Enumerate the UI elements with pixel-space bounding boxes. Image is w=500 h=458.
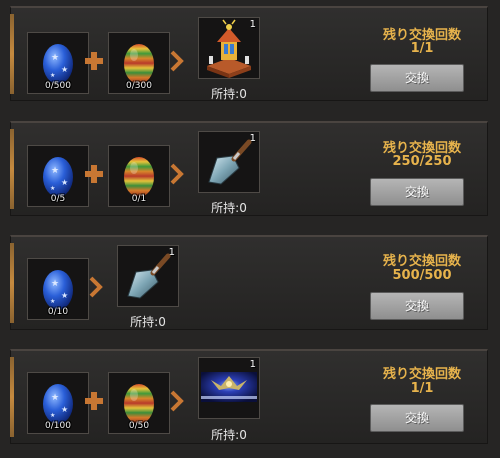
input-count: 0/1 (131, 194, 147, 204)
remaining-value: 500/500 (392, 268, 452, 283)
input-count: 0/100 (45, 421, 71, 431)
output-quantity: 1 (168, 247, 175, 258)
remaining-value: 1/1 (410, 381, 434, 396)
owned-count: 所持:0 (130, 315, 166, 329)
output-slot-winged-emblem[interactable]: 1 (198, 357, 260, 419)
input-count: 0/10 (47, 307, 69, 317)
exchange-button[interactable]: 交換 (370, 178, 464, 206)
owned-count: 所持:0 (211, 87, 247, 101)
exchange-button[interactable]: 交換 (370, 292, 464, 320)
panel-edge-accent (10, 129, 14, 209)
svg-text:★: ★ (61, 65, 68, 74)
svg-text:★: ★ (51, 393, 59, 403)
svg-text:★: ★ (50, 72, 55, 79)
svg-text:★: ★ (51, 279, 59, 289)
plus-icon (85, 52, 103, 70)
input-slot-blue-star-egg[interactable]: ★ ★ ★ 0/5 (27, 145, 89, 207)
input-slot-blue-star-egg[interactable]: ★ ★ ★ 0/500 (27, 32, 89, 94)
svg-text:★: ★ (51, 53, 59, 63)
remaining-value: 1/1 (410, 41, 434, 56)
input-count: 0/500 (45, 81, 71, 91)
panel-edge-accent (10, 243, 14, 323)
svg-text:★: ★ (61, 178, 68, 187)
input-count: 0/300 (126, 81, 152, 91)
arrow-right-icon (170, 50, 184, 72)
remaining-label: 残り交換回数 (382, 254, 461, 269)
output-quantity: 1 (249, 19, 256, 30)
input-slot-striped-egg[interactable]: 0/300 (108, 32, 170, 94)
arrow-right-icon (89, 276, 103, 298)
input-slot-striped-egg[interactable]: 0/50 (108, 372, 170, 434)
owned-count: 所持:0 (211, 428, 247, 442)
input-count: 0/50 (128, 421, 150, 431)
svg-text:★: ★ (51, 166, 59, 176)
input-slot-blue-star-egg[interactable]: ★ ★ ★ 0/10 (27, 258, 89, 320)
exchange-button[interactable]: 交換 (370, 64, 464, 92)
plus-icon (85, 392, 103, 410)
output-slot-trowel[interactable]: 1 (117, 245, 179, 307)
output-quantity: 1 (249, 359, 256, 370)
plus-icon (85, 165, 103, 183)
output-quantity: 1 (249, 133, 256, 144)
remaining-value: 250/250 (392, 154, 452, 169)
output-slot-trowel[interactable]: 1 (198, 131, 260, 193)
svg-text:★: ★ (50, 185, 55, 192)
svg-text:★: ★ (61, 405, 68, 414)
panel-edge-accent (10, 357, 14, 437)
svg-text:★: ★ (50, 298, 55, 305)
panel-edge-accent (10, 14, 14, 94)
output-slot-carousel[interactable]: 1 (198, 17, 260, 79)
arrow-right-icon (170, 390, 184, 412)
remaining-label: 残り交換回数 (382, 367, 461, 382)
input-slot-blue-star-egg[interactable]: ★ ★ ★ 0/100 (27, 372, 89, 434)
input-slot-striped-egg[interactable]: 0/1 (108, 145, 170, 207)
input-count: 0/5 (50, 194, 66, 204)
arrow-right-icon (170, 163, 184, 185)
exchange-button[interactable]: 交換 (370, 404, 464, 432)
svg-text:★: ★ (61, 291, 68, 300)
owned-count: 所持:0 (211, 201, 247, 215)
svg-text:★: ★ (50, 412, 55, 419)
